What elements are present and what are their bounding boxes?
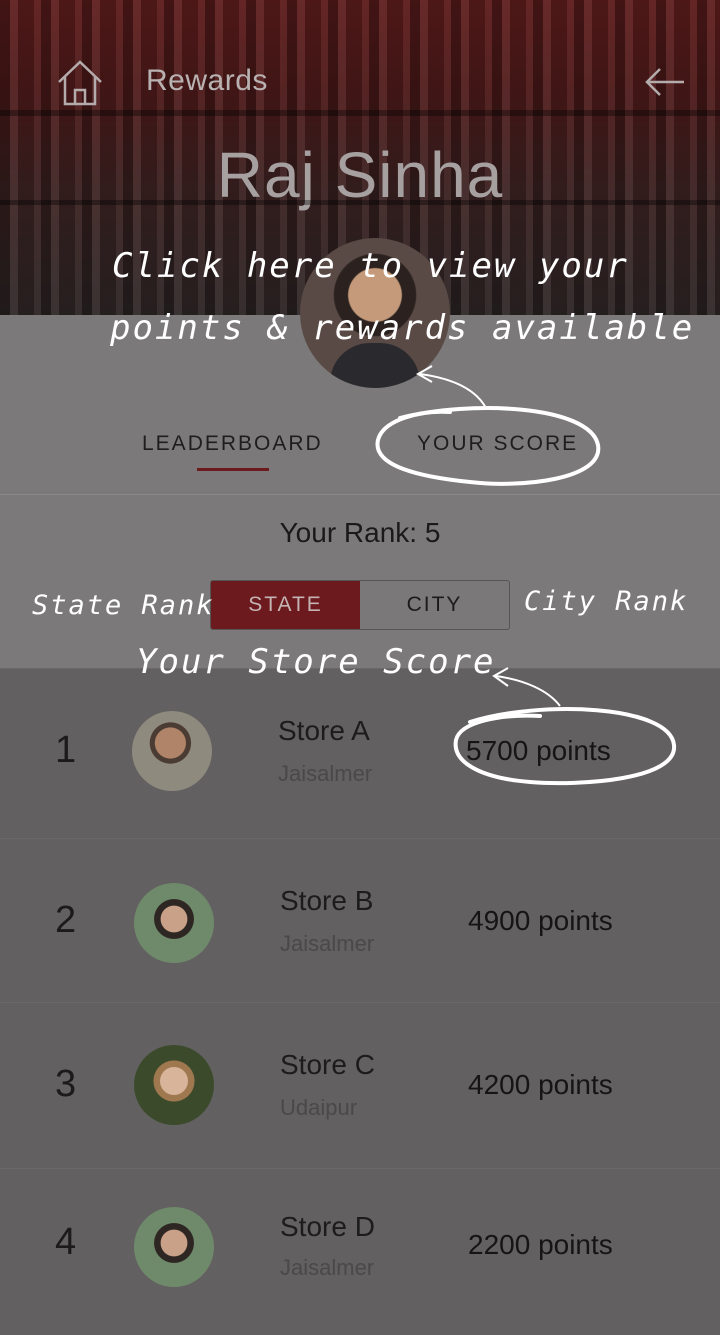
leaderboard-row[interactable]: 3 Store C Udaipur 4200 points bbox=[0, 1002, 720, 1169]
rank-scope-toggle: STATE CITY bbox=[210, 580, 510, 630]
rank-number: 3 bbox=[55, 1063, 77, 1105]
annotation-view-points-line2: points & rewards available bbox=[110, 308, 695, 348]
page-title: Rewards bbox=[146, 64, 268, 97]
annotation-city-rank: City Rank bbox=[524, 586, 689, 617]
tab-your-score[interactable]: YOUR SCORE bbox=[417, 432, 578, 456]
tab-leaderboard[interactable]: LEADERBOARD bbox=[142, 432, 323, 456]
annotation-store-score: Your Store Score bbox=[136, 642, 496, 682]
divider bbox=[0, 494, 720, 495]
store-points: 2200 points bbox=[468, 1229, 613, 1260]
store-city: Jaisalmer bbox=[280, 931, 375, 956]
store-city: Jaisalmer bbox=[278, 761, 373, 786]
state-toggle-button[interactable]: STATE bbox=[211, 581, 360, 629]
store-avatar bbox=[134, 1207, 214, 1287]
store-name: Store C bbox=[280, 1049, 375, 1080]
store-city: Udaipur bbox=[280, 1095, 358, 1120]
store-name: Store B bbox=[280, 885, 374, 916]
your-rank-text: Your Rank: 5 bbox=[279, 517, 441, 548]
store-avatar bbox=[134, 883, 214, 963]
store-avatar bbox=[132, 711, 212, 791]
leaderboard-row[interactable]: 2 Store B Jaisalmer 4900 points bbox=[0, 838, 720, 1003]
rank-number: 1 bbox=[55, 729, 77, 771]
home-icon[interactable] bbox=[56, 58, 104, 108]
rank-number: 4 bbox=[55, 1221, 77, 1263]
store-points: 4900 points bbox=[468, 905, 613, 936]
profile-name: Raj Sinha bbox=[216, 139, 504, 211]
store-points: 4200 points bbox=[468, 1069, 613, 1100]
store-points: 5700 points bbox=[466, 735, 611, 766]
rank-number: 2 bbox=[55, 899, 77, 941]
leaderboard-row[interactable]: 4 Store D Jaisalmer 2200 points bbox=[0, 1168, 720, 1335]
active-tab-indicator bbox=[197, 468, 269, 471]
annotation-view-points-line1: Click here to view your bbox=[112, 246, 629, 286]
annotation-state-rank: State Rank bbox=[32, 590, 215, 621]
city-toggle-button[interactable]: CITY bbox=[360, 581, 509, 629]
store-name: Store D bbox=[280, 1211, 375, 1242]
store-city: Jaisalmer bbox=[280, 1255, 375, 1280]
store-name: Store A bbox=[278, 715, 370, 746]
leaderboard-row[interactable]: 1 Store A Jaisalmer 5700 points bbox=[0, 668, 720, 839]
store-avatar bbox=[134, 1045, 214, 1125]
back-arrow-icon[interactable] bbox=[644, 64, 686, 100]
